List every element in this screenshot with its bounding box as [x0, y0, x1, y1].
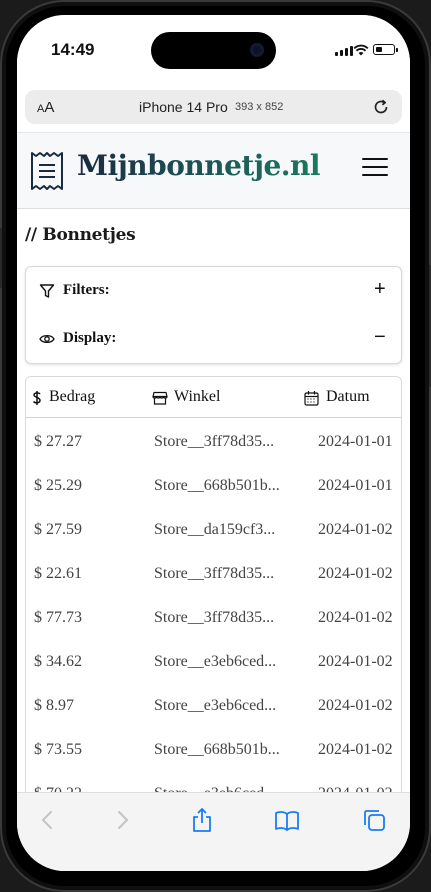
- table-row[interactable]: $ 73.55 Store__668b501b... 2024-01-02: [26, 741, 401, 785]
- device-bar: AA iPhone 14 Pro 393 x 852: [25, 90, 402, 124]
- forward-icon[interactable]: [109, 807, 135, 833]
- status-time: 14:49: [51, 40, 95, 59]
- cell-amount: $ 22.61: [34, 565, 82, 582]
- store-icon: [152, 391, 168, 405]
- table-row[interactable]: $ 25.29 Store__668b501b... 2024-01-01: [26, 477, 401, 521]
- dynamic-island: [151, 32, 276, 69]
- cell-amount: $ 77.73: [34, 609, 82, 626]
- wifi-icon: [353, 44, 369, 56]
- table-row[interactable]: $ 34.62 Store__e3eb6ced... 2024-01-02: [26, 653, 401, 697]
- cell-date: 2024-01-02: [318, 609, 393, 626]
- battery-icon: [373, 44, 398, 55]
- cell-store: Store__e3eb6ced...: [154, 653, 277, 670]
- options-panel: Filters: + Display: −: [25, 266, 402, 364]
- cell-store: Store__668b501b...: [154, 741, 280, 758]
- column-label-date: Datum: [326, 388, 370, 405]
- volume-button: [0, 228, 2, 288]
- cell-date: 2024-01-02: [318, 565, 393, 582]
- table-header: Bedrag Winkel Datum: [26, 377, 401, 418]
- page-title: // Bonnetjes: [25, 225, 136, 245]
- table-row[interactable]: $ 27.59 Store__da159cf3... 2024-01-02: [26, 521, 401, 565]
- column-label-amount: Bedrag: [49, 388, 96, 405]
- browser-toolbar: [17, 792, 410, 871]
- cell-date: 2024-01-02: [318, 741, 393, 758]
- device-name: iPhone 14 Pro: [139, 99, 228, 115]
- column-label-store: Winkel: [174, 388, 221, 405]
- phone-screen: 14:49 AA iPhone 14 Pro 393 x 852 Mijnbon…: [17, 15, 410, 871]
- receipts-table: Bedrag Winkel Datum $ 27.27 Store__3ff78…: [25, 376, 402, 800]
- cell-amount: $ 25.29: [34, 477, 82, 494]
- display-collapse-icon[interactable]: −: [374, 326, 386, 349]
- cell-date: 2024-01-02: [318, 653, 393, 670]
- main-content: // Bonnetjes Filters: + Display: − Bedra…: [17, 210, 410, 800]
- calendar-icon: [304, 391, 319, 406]
- camera-icon: [250, 43, 264, 57]
- cell-amount: $ 73.55: [34, 741, 82, 758]
- table-row[interactable]: $ 22.61 Store__3ff78d35... 2024-01-02: [26, 565, 401, 609]
- reload-icon[interactable]: [372, 98, 390, 116]
- bookmarks-icon[interactable]: [274, 807, 300, 833]
- hamburger-menu-icon[interactable]: [362, 158, 388, 176]
- cell-amount: $ 34.62: [34, 653, 82, 670]
- cell-store: Store__3ff78d35...: [154, 565, 275, 582]
- cell-store: Store__da159cf3...: [154, 521, 276, 538]
- cell-date: 2024-01-01: [318, 477, 393, 494]
- filters-expand-icon[interactable]: +: [374, 278, 386, 301]
- status-bar: 14:49: [17, 15, 410, 85]
- cell-date: 2024-01-01: [318, 433, 393, 450]
- brand-logo-text[interactable]: Mijnbonnetje.nl: [77, 149, 321, 182]
- display-toggle-row[interactable]: Display: −: [26, 315, 401, 363]
- cell-store: Store__e3eb6ced...: [154, 697, 277, 714]
- filters-label: Filters:: [63, 282, 110, 298]
- table-row[interactable]: $ 77.73 Store__3ff78d35... 2024-01-02: [26, 609, 401, 653]
- receipt-icon[interactable]: [30, 151, 64, 191]
- cell-store: Store__3ff78d35...: [154, 433, 275, 450]
- back-icon[interactable]: [35, 807, 61, 833]
- share-icon[interactable]: [189, 807, 215, 833]
- display-label: Display:: [63, 330, 117, 346]
- cell-store: Store__3ff78d35...: [154, 609, 275, 626]
- dollar-icon: [32, 391, 41, 405]
- table-row[interactable]: $ 27.27 Store__3ff78d35... 2024-01-01: [26, 433, 401, 477]
- cell-amount: $ 27.27: [34, 433, 82, 450]
- site-header: Mijnbonnetje.nl: [17, 132, 410, 209]
- cell-amount: $ 8.97: [34, 697, 74, 714]
- device-resolution: 393 x 852: [235, 101, 284, 113]
- cell-date: 2024-01-02: [318, 697, 393, 714]
- filter-icon: [39, 284, 55, 298]
- table-row[interactable]: $ 8.97 Store__e3eb6ced... 2024-01-02: [26, 697, 401, 741]
- cell-store: Store__668b501b...: [154, 477, 280, 494]
- cell-date: 2024-01-02: [318, 521, 393, 538]
- text-size-button[interactable]: AA: [37, 99, 54, 116]
- tabs-icon[interactable]: [361, 807, 387, 833]
- filters-toggle-row[interactable]: Filters: +: [26, 267, 401, 315]
- cell-amount: $ 27.59: [34, 521, 82, 538]
- eye-icon: [39, 334, 55, 344]
- signal-icon: [335, 46, 353, 56]
